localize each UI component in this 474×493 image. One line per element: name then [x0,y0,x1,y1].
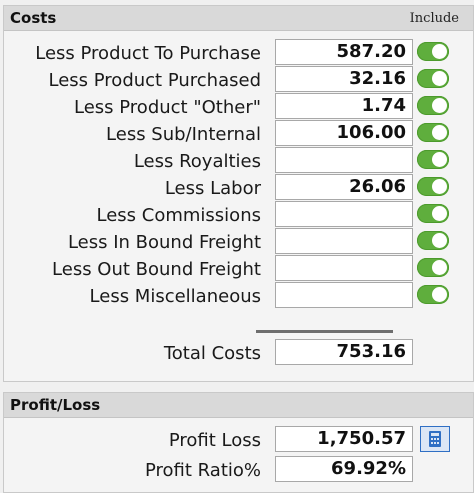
costs-panel: Costs Include Less Product To Purchase 5… [3,5,474,382]
cost-row-labor: Less Labor 26.06 [4,174,473,201]
cost-label: Less Sub/Internal [106,124,261,145]
include-toggle[interactable] [417,285,449,304]
toggle-knob [432,179,447,194]
cost-value-field[interactable] [275,201,413,227]
toggle-knob [432,206,447,221]
profit-ratio-value: 69.92% [275,456,413,482]
total-costs-value: 753.16 [275,339,413,365]
profit-loss-header: Profit/Loss [4,393,473,418]
include-toggle[interactable] [417,258,449,277]
profit-loss-value: 1,750.57 [275,426,413,452]
include-toggle[interactable] [417,204,449,223]
include-toggle[interactable] [417,177,449,196]
calculator-icon [429,431,441,447]
cost-row-sub-internal: Less Sub/Internal 106.00 [4,120,473,147]
toggle-knob [432,44,447,59]
toggle-knob [432,287,447,302]
toggle-knob [432,260,447,275]
cost-label: Less Product Purchased [48,70,262,91]
cost-row-out-bound-freight: Less Out Bound Freight [4,255,473,282]
include-toggle[interactable] [417,150,449,169]
cost-row-miscellaneous: Less Miscellaneous [4,282,473,309]
total-costs-row: Total Costs 753.16 [4,339,473,366]
cost-row-commissions: Less Commissions [4,201,473,228]
toggle-knob [432,71,447,86]
cost-label: Less Product To Purchase [35,43,261,64]
cost-value-field[interactable] [275,255,413,281]
costs-title: Costs [10,9,57,27]
cost-row-product-purchased: Less Product Purchased 32.16 [4,66,473,93]
include-column-label: Include [409,11,459,26]
profit-loss-title: Profit/Loss [10,396,101,414]
cost-value-field[interactable]: 587.20 [275,39,413,65]
profit-ratio-label: Profit Ratio% [145,460,261,481]
toggle-knob [432,233,447,248]
cost-row-in-bound-freight: Less In Bound Freight [4,228,473,255]
profit-ratio-row: Profit Ratio% 69.92% [4,456,473,483]
cost-label: Less Miscellaneous [89,286,261,307]
profit-loss-label: Profit Loss [168,430,261,451]
total-costs-label: Total Costs [163,343,261,364]
cost-value-field[interactable] [275,282,413,308]
toggle-knob [432,152,447,167]
cost-value-field[interactable]: 26.06 [275,174,413,200]
cost-label: Less Out Bound Freight [52,259,261,280]
cost-label: Less Product "Other" [74,97,261,118]
profit-loss-panel: Profit/Loss Profit Loss 1,750.57 Profit … [3,392,474,493]
toggle-knob [432,98,447,113]
cost-value-field[interactable]: 1.74 [275,93,413,119]
cost-label: Less Labor [164,178,261,199]
cost-label: Less Commissions [96,205,261,226]
cost-row-product-to-purchase: Less Product To Purchase 587.20 [4,39,473,66]
toggle-knob [432,125,447,140]
cost-label: Less Royalties [133,151,261,172]
include-toggle[interactable] [417,69,449,88]
include-toggle[interactable] [417,96,449,115]
cost-value-field[interactable]: 106.00 [275,120,413,146]
cost-row-royalties: Less Royalties [4,147,473,174]
costs-header: Costs Include [4,6,473,31]
include-toggle[interactable] [417,231,449,250]
total-divider [256,330,393,333]
include-toggle[interactable] [417,42,449,61]
cost-value-field[interactable] [275,147,413,173]
profit-loss-row: Profit Loss 1,750.57 [4,426,473,453]
cost-label: Less In Bound Freight [67,232,261,253]
cost-value-field[interactable]: 32.16 [275,66,413,92]
calculate-button[interactable] [420,426,450,452]
cost-value-field[interactable] [275,228,413,254]
cost-row-product-other: Less Product "Other" 1.74 [4,93,473,120]
include-toggle[interactable] [417,123,449,142]
